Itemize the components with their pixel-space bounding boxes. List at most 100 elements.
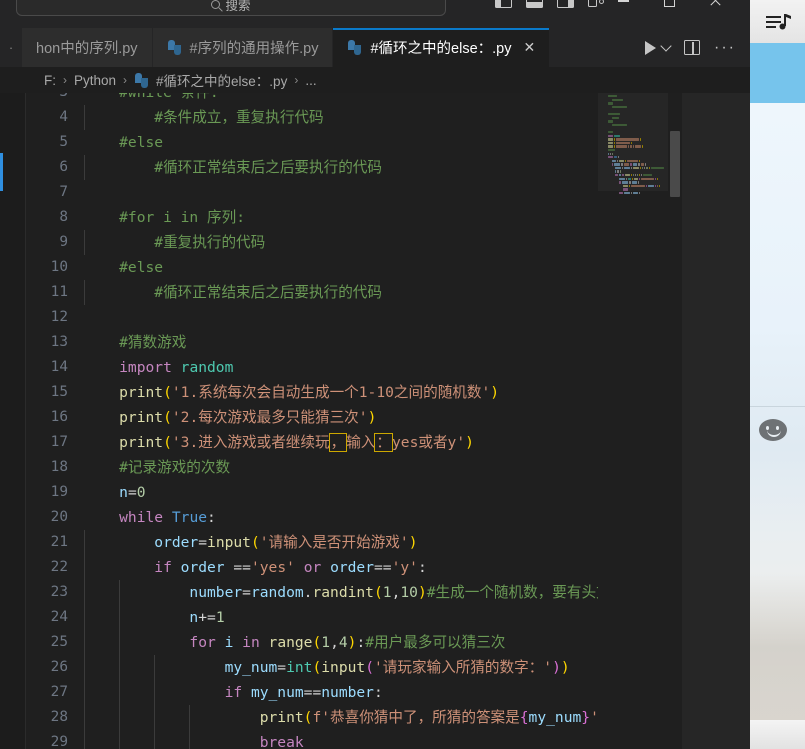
minimap-token bbox=[613, 138, 615, 141]
minimap-token bbox=[642, 166, 644, 170]
code-token: order bbox=[171, 559, 234, 576]
breadcrumb: F: › Python › #循环之中的else：.py › ... bbox=[0, 67, 750, 93]
code-line[interactable]: 23 number=random.randint(1,10)#生成一个随机数，要… bbox=[26, 580, 668, 605]
code-line[interactable]: 27 if my_num==number: bbox=[26, 680, 668, 705]
code-line[interactable]: 20 while True: bbox=[26, 505, 668, 530]
close-button[interactable] bbox=[692, 0, 738, 12]
split-editor-right-icon[interactable] bbox=[684, 40, 701, 55]
breadcrumb-item-symbols[interactable]: ... bbox=[305, 73, 316, 88]
code-token: f'恭喜你猜中了，所猜的答案是 bbox=[312, 709, 520, 726]
tab-close-icon[interactable]: ✕ bbox=[523, 39, 535, 56]
search-icon bbox=[211, 0, 221, 9]
minimap-line bbox=[604, 145, 668, 148]
code-token: my_num bbox=[242, 684, 304, 701]
toggle-primary-sidebar-icon[interactable] bbox=[495, 0, 512, 8]
breadcrumb-item-drive[interactable]: F: bbox=[44, 73, 56, 88]
line-content: for i in range(1,4):#用户最多可以猜三次 bbox=[84, 630, 668, 655]
minimize-button[interactable] bbox=[600, 0, 646, 12]
code-token: 10 bbox=[400, 584, 418, 601]
minimap-token bbox=[627, 177, 631, 181]
line-number: 19 bbox=[50, 484, 68, 500]
code-token: #else bbox=[84, 134, 164, 151]
minimap-token bbox=[638, 181, 640, 184]
line-content: #猜数游戏 bbox=[84, 330, 668, 355]
code-line[interactable]: 28 print(f'恭喜你猜中了，所猜的答案是{my_num}') bbox=[26, 705, 668, 730]
code-token: ( bbox=[373, 584, 383, 601]
code-line[interactable]: 22 if order =='yes' or order=='y': bbox=[26, 555, 668, 580]
minimap-line bbox=[604, 138, 668, 141]
minimap-line bbox=[604, 163, 668, 166]
minimap-token bbox=[648, 184, 654, 188]
tab-hon-zhong-de-xulie[interactable]: hon中的序列.py bbox=[22, 28, 153, 67]
code-editor[interactable]: 3 #while 条件:4 #条件成立，重复执行代码5 #else6 #循环正常… bbox=[26, 93, 668, 749]
scrollbar-thumb[interactable] bbox=[670, 131, 680, 197]
code-line[interactable]: 16 print('2.每次游戏最多只能猜三次') bbox=[26, 405, 668, 430]
minimap-token bbox=[617, 159, 619, 163]
tabs-overflow-indicator[interactable]: · bbox=[0, 28, 22, 67]
code-token: #while 条件: bbox=[84, 93, 218, 101]
line-number: 3 bbox=[26, 93, 84, 105]
code-token: 'yes' bbox=[250, 559, 295, 576]
minimap-token bbox=[625, 174, 630, 177]
code-line[interactable]: 9 #重复执行的代码 bbox=[26, 230, 668, 255]
code-line[interactable]: 4 #条件成立，重复执行代码 bbox=[26, 105, 668, 130]
minimap-token bbox=[646, 184, 647, 188]
more-actions-icon[interactable]: ··· bbox=[714, 39, 736, 55]
code-token: 输入 bbox=[346, 434, 376, 451]
breadcrumb-item-folder[interactable]: Python bbox=[74, 73, 116, 88]
code-token: print bbox=[84, 709, 304, 726]
toggle-panel-icon[interactable] bbox=[526, 0, 543, 8]
code-line[interactable]: 5 #else bbox=[26, 130, 668, 155]
editor-minimap[interactable] bbox=[598, 93, 668, 749]
code-line[interactable]: 26 my_num=int(input('请玩家输入所猜的数字：')) bbox=[26, 655, 668, 680]
code-token: or bbox=[303, 559, 322, 576]
tab-xunhuan-zhizhong-de-else[interactable]: #循环之中的else：.py ✕ bbox=[333, 28, 551, 67]
code-line[interactable]: 12 bbox=[26, 305, 668, 330]
code-token: ) bbox=[560, 659, 570, 676]
editor-vertical-scrollbar[interactable] bbox=[668, 93, 682, 749]
minimap-token bbox=[646, 166, 649, 170]
code-line[interactable]: 3 #while 条件: bbox=[26, 93, 668, 105]
tab-xulie-tongyong-caozuo[interactable]: #序列的通用操作.py bbox=[152, 28, 334, 67]
breadcrumb-item-file[interactable]: #循环之中的else：.py bbox=[156, 70, 287, 90]
minimap-token bbox=[639, 192, 641, 195]
toggle-secondary-sidebar-icon[interactable] bbox=[557, 0, 574, 8]
code-line[interactable]: 15 print('1.系统每次会自动生成一个1-10之间的随机数') bbox=[26, 380, 668, 405]
line-number: 23 bbox=[50, 584, 68, 600]
minimap-token bbox=[613, 156, 618, 159]
minimap-token bbox=[632, 145, 634, 148]
background-window[interactable] bbox=[743, 0, 805, 749]
code-line[interactable]: 11 #循环正常结束后之后要执行的代码 bbox=[26, 280, 668, 305]
code-line[interactable]: 7 bbox=[26, 180, 668, 205]
run-python-file-button[interactable] bbox=[645, 39, 672, 55]
minimap-line bbox=[604, 123, 668, 127]
minimap-token bbox=[638, 159, 640, 163]
code-line[interactable]: 24 n+=1 bbox=[26, 605, 668, 630]
code-token: randint bbox=[312, 584, 374, 601]
maximize-button[interactable] bbox=[646, 0, 692, 12]
code-token: ( bbox=[163, 384, 172, 401]
code-line[interactable]: 17 print('3.进入游戏或者继续玩，输入：yes或者y') bbox=[26, 430, 668, 455]
code-line[interactable]: 29 break bbox=[26, 730, 668, 749]
line-number: 18 bbox=[50, 459, 68, 475]
minimap-token bbox=[630, 184, 645, 188]
minimap-token bbox=[642, 145, 644, 148]
code-token: ) bbox=[490, 384, 500, 401]
line-number: 10 bbox=[50, 259, 68, 275]
code-token: : bbox=[417, 559, 427, 576]
minimap-token bbox=[623, 192, 630, 195]
minimap-line bbox=[604, 177, 668, 181]
search-input[interactable]: 搜索 bbox=[16, 0, 446, 16]
code-line[interactable]: 14 import random bbox=[26, 355, 668, 380]
code-line[interactable]: 6 #循环正常结束后之后要执行的代码 bbox=[26, 155, 668, 180]
code-line[interactable]: 19 n=0 bbox=[26, 480, 668, 505]
code-line[interactable]: 8 #for i in 序列: bbox=[26, 205, 668, 230]
chevron-down-icon[interactable] bbox=[660, 39, 672, 52]
code-line[interactable]: 10 #else bbox=[26, 255, 668, 280]
code-line[interactable]: 25 for i in range(1,4):#用户最多可以猜三次 bbox=[26, 630, 668, 655]
line-content: break bbox=[84, 730, 668, 749]
code-line[interactable]: 21 order=input('请输入是否开始游戏') bbox=[26, 530, 668, 555]
code-line[interactable]: 13 #猜数游戏 bbox=[26, 330, 668, 355]
code-line[interactable]: 18 #记录游戏的次数 bbox=[26, 455, 668, 480]
code-token: break bbox=[84, 734, 304, 749]
